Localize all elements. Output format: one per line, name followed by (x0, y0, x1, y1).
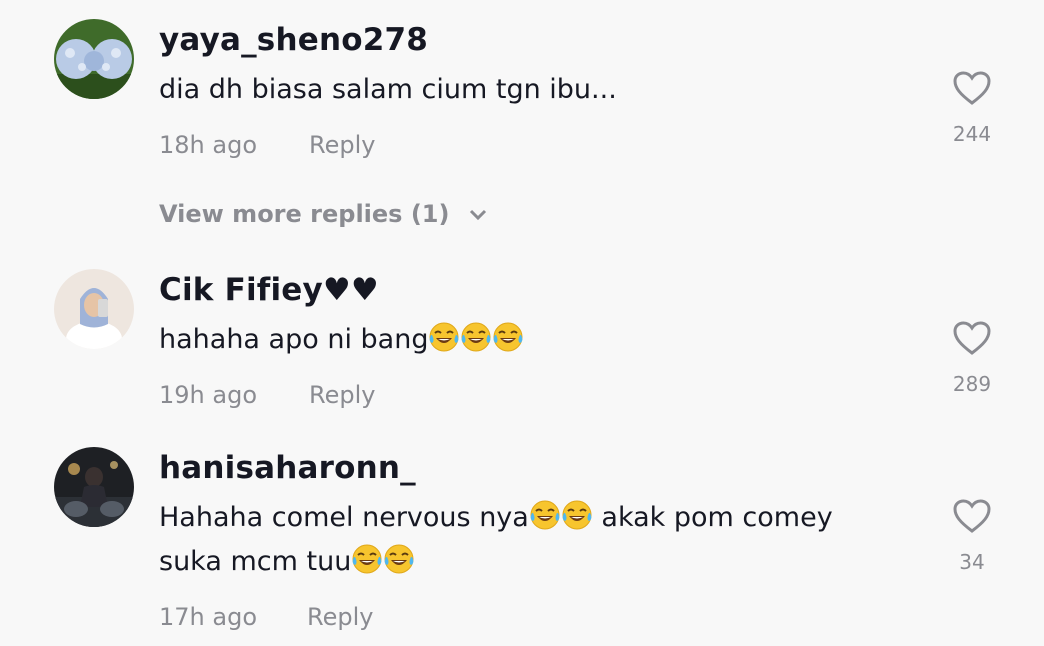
avatar[interactable] (54, 447, 134, 527)
comment-text: dia dh biasa salam cium tgn ibu... (159, 74, 617, 105)
comment-text: suka mcm tuu (159, 540, 415, 584)
laughing-emoji-icon (561, 499, 593, 531)
like-count: 34 (959, 550, 985, 574)
comment-username[interactable]: hanisaharonn_ (159, 450, 416, 486)
comment-text: Hahaha comel nervous nya akak pom comey (159, 496, 833, 540)
comment-username[interactable]: Cik Fifiey♥♥ (159, 272, 379, 308)
laughing-emoji-icon (492, 321, 524, 353)
comment-text: hahaha apo ni bang (159, 318, 524, 362)
comment-username[interactable]: yaya_sheno278 (159, 22, 428, 58)
view-more-replies[interactable]: View more replies (1) (159, 200, 488, 228)
laughing-emoji-icon (383, 543, 415, 575)
reply-button[interactable]: Reply (309, 131, 375, 159)
comment-text-content: Hahaha comel nervous nya (159, 502, 529, 533)
comment-text-content: akak pom comey (592, 502, 833, 533)
comment-timestamp: 18h ago (159, 131, 258, 159)
reply-button[interactable]: Reply (309, 381, 375, 409)
comment-text-content: suka mcm tuu (159, 546, 352, 577)
avatar[interactable] (54, 269, 134, 349)
laughing-emoji-icon (351, 543, 383, 575)
reply-button[interactable]: Reply (307, 603, 373, 631)
comment-text-content: hahaha apo ni bang (159, 324, 429, 355)
like-count: 244 (952, 122, 992, 146)
laughing-emoji-icon (428, 321, 460, 353)
heart-outline-icon[interactable] (952, 320, 992, 356)
laughing-emoji-icon (460, 321, 492, 353)
laughing-emoji-icon (529, 499, 561, 531)
heart-outline-icon[interactable] (952, 498, 992, 534)
comment-timestamp: 19h ago (159, 381, 258, 409)
like-count: 289 (952, 372, 992, 396)
chevron-down-icon (469, 209, 486, 221)
avatar[interactable] (54, 19, 134, 99)
heart-outline-icon[interactable] (952, 70, 992, 106)
comment-timestamp: 17h ago (159, 603, 258, 631)
view-more-replies-label: View more replies (1) (159, 200, 450, 228)
